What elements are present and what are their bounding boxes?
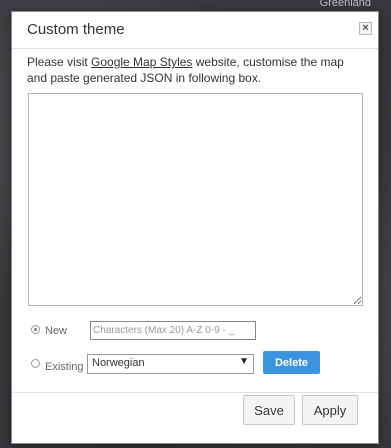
custom-theme-dialog: Custom theme × Please visit Google Map S… [11, 11, 379, 444]
existing-theme-select[interactable]: Norwegian ▼ [87, 354, 254, 374]
apply-button[interactable]: Apply [302, 395, 358, 425]
existing-radio[interactable] [31, 359, 40, 368]
chevron-down-icon: ▼ [239, 356, 249, 367]
existing-theme-row: Existing Norwegian ▼ Delete [31, 351, 320, 374]
delete-button[interactable]: Delete [263, 351, 320, 374]
dialog-title: Custom theme [27, 21, 125, 38]
existing-label: Existing [45, 361, 84, 373]
save-button[interactable]: Save [243, 395, 295, 425]
google-map-styles-link[interactable]: Google Map Styles [91, 55, 192, 69]
existing-selected-value: Norwegian [92, 357, 145, 369]
intro-text: Please visit Google Map Styles website, … [27, 54, 367, 86]
new-theme-name-input[interactable] [90, 321, 256, 340]
close-icon[interactable]: × [359, 22, 372, 35]
map-place-label: Greenland [319, 0, 371, 9]
intro-prefix: Please visit [27, 55, 92, 69]
new-label: New [45, 325, 68, 337]
new-theme-row: New [31, 321, 256, 340]
new-radio[interactable] [31, 324, 40, 334]
dialog-titlebar: Custom theme × [12, 12, 378, 49]
json-textarea[interactable] [28, 93, 363, 306]
footer-divider [12, 392, 378, 393]
